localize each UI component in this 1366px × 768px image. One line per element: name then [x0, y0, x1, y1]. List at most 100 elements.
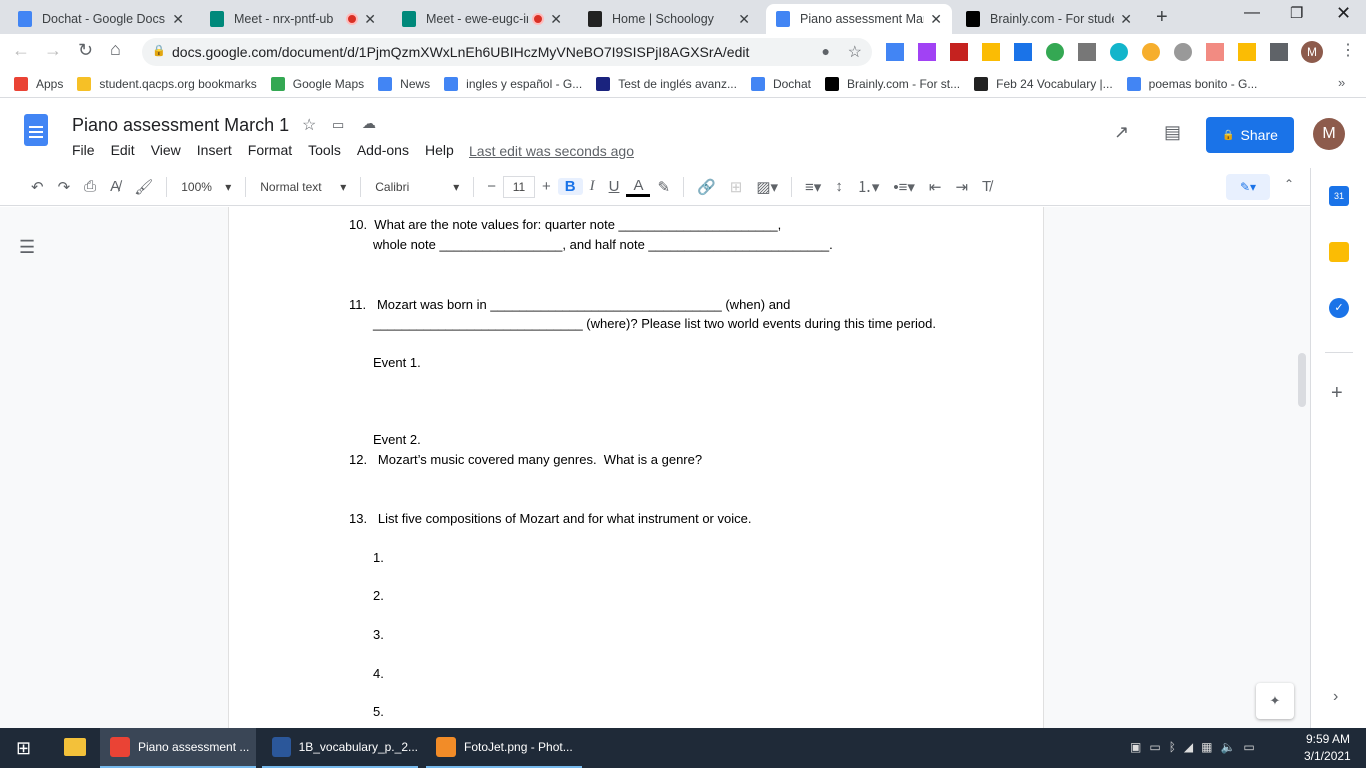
reload-icon[interactable]: ↻ — [78, 40, 93, 61]
highlight-icon[interactable]: ✎ — [650, 178, 677, 196]
tray-icon[interactable]: ▣ — [1130, 740, 1141, 754]
close-tab-icon[interactable]: ✕ — [364, 11, 376, 28]
location-icon[interactable]: ● — [822, 43, 830, 59]
menu-file[interactable]: File — [64, 142, 103, 158]
italic-button[interactable]: I — [583, 178, 602, 195]
close-window-button[interactable]: ✕ — [1336, 3, 1351, 24]
extension-icon[interactable] — [1174, 43, 1192, 61]
close-tab-icon[interactable]: ✕ — [930, 11, 942, 28]
text-color-button[interactable]: A — [626, 177, 651, 197]
more-bookmarks-icon[interactable]: » — [1338, 75, 1345, 90]
print-icon[interactable]: ⎙ — [77, 178, 103, 195]
extension-icon[interactable] — [950, 43, 968, 61]
bookmark-item[interactable]: Google Maps — [270, 76, 364, 91]
comments-icon[interactable]: ▤ — [1164, 122, 1181, 143]
bookmark-star-icon[interactable]: ☆ — [848, 42, 862, 62]
bookmark-item[interactable]: Apps — [14, 76, 63, 91]
back-icon[interactable]: ← — [12, 40, 30, 61]
menu-edit[interactable]: Edit — [103, 142, 143, 158]
puzzle-icon[interactable] — [1270, 43, 1288, 61]
clock-time[interactable]: 9:59 AM — [1306, 732, 1350, 746]
add-addon-icon[interactable]: + — [1331, 382, 1343, 405]
tray-icon[interactable]: ▭ — [1149, 740, 1160, 754]
keep-icon[interactable] — [1329, 242, 1349, 262]
bluetooth-icon[interactable]: ᛒ — [1169, 740, 1176, 754]
browser-tab[interactable]: Meet - nrx-pntf-ub ✕ — [200, 4, 386, 34]
browser-tab[interactable]: Home | Schoology ✕ — [578, 4, 760, 34]
extension-icon[interactable] — [1046, 43, 1064, 61]
zoom-select[interactable]: 100% ▾ — [173, 180, 239, 194]
bookmark-item[interactable]: Test de inglés avanz... — [596, 76, 737, 91]
file-explorer-icon[interactable] — [64, 738, 86, 756]
increase-font-size-button[interactable]: + — [535, 178, 558, 195]
bookmark-item[interactable]: Brainly.com - For st... — [825, 76, 960, 91]
bookmark-item[interactable]: ingles y español - G... — [444, 76, 582, 91]
menu-help[interactable]: Help — [417, 142, 462, 158]
undo-icon[interactable]: ↶ — [24, 178, 51, 196]
wifi-icon[interactable]: ◢ — [1184, 740, 1193, 754]
drive-icon[interactable] — [982, 43, 1000, 61]
clock-date[interactable]: 3/1/2021 — [1304, 749, 1351, 763]
browser-tab[interactable]: Brainly.com - For studer ✕ — [956, 4, 1142, 34]
chrome-menu-icon[interactable]: ⋮ — [1340, 40, 1356, 60]
share-button[interactable]: 🔒 Share — [1206, 117, 1294, 153]
calendar-icon[interactable]: 31 — [1329, 186, 1349, 206]
menu-insert[interactable]: Insert — [189, 142, 240, 158]
extension-icon[interactable] — [1206, 43, 1224, 61]
decrease-font-size-button[interactable]: − — [480, 178, 503, 195]
extension-icon[interactable] — [1110, 43, 1128, 61]
url-input[interactable]: 🔒 docs.google.com/document/d/1PjmQzmXWxL… — [142, 38, 872, 66]
bold-button[interactable]: B — [557, 178, 583, 195]
extension-icon[interactable] — [1142, 43, 1160, 61]
minimize-button[interactable]: — — [1244, 4, 1260, 22]
link-icon[interactable]: 🔗 — [690, 178, 723, 196]
underline-button[interactable]: U — [602, 178, 627, 195]
decrease-indent-icon[interactable]: ⇤ — [922, 178, 949, 196]
close-tab-icon[interactable]: ✕ — [1120, 11, 1132, 28]
line-spacing-icon[interactable]: ↕ — [828, 178, 850, 195]
outline-icon[interactable]: ☰ — [19, 237, 35, 258]
taskbar-app[interactable]: 1B_vocabulary_p._2... — [262, 728, 418, 768]
star-icon[interactable]: ☆ — [302, 115, 316, 135]
thumbs-up-icon[interactable] — [1238, 43, 1256, 61]
taskbar-app[interactable]: FotoJet.png - Phot... — [426, 728, 582, 768]
start-button[interactable]: ⊞ — [16, 738, 31, 759]
vertical-scrollbar[interactable] — [1298, 353, 1306, 407]
font-select[interactable]: Calibri ▾ — [367, 180, 467, 194]
insert-image-icon[interactable]: ▨▾ — [749, 178, 785, 196]
battery-icon[interactable]: ▭ — [1243, 740, 1254, 754]
bulleted-list-icon[interactable]: •≡▾ — [886, 178, 922, 196]
style-select[interactable]: Normal text ▾ — [252, 180, 354, 194]
activity-icon[interactable]: ↗ — [1114, 122, 1129, 143]
menu-add-ons[interactable]: Add-ons — [349, 142, 417, 158]
extension-icon[interactable] — [918, 43, 936, 61]
align-icon[interactable]: ≡▾ — [798, 178, 828, 196]
menu-format[interactable]: Format — [240, 142, 300, 158]
maximize-button[interactable]: ❐ — [1290, 4, 1303, 22]
expand-panel-icon[interactable]: › — [1333, 688, 1338, 706]
bookmark-item[interactable]: student.qacps.org bookmarks — [77, 76, 257, 91]
browser-tab[interactable]: Dochat - Google Docs ✕ — [8, 4, 194, 34]
extension-icon[interactable] — [886, 43, 904, 61]
document-page[interactable]: 10. What are the note values for: quarte… — [228, 207, 1044, 728]
profile-avatar[interactable]: M — [1301, 41, 1323, 63]
add-comment-icon[interactable]: ⊞ — [723, 178, 750, 196]
new-tab-button[interactable]: + — [1156, 6, 1168, 29]
menu-view[interactable]: View — [143, 142, 189, 158]
extension-icon[interactable] — [1078, 43, 1096, 61]
collapse-menus-icon[interactable]: ⌃ — [1284, 177, 1294, 191]
explore-button[interactable]: ✦ — [1256, 683, 1294, 719]
doc-title[interactable]: Piano assessment March 1 — [72, 115, 289, 136]
menu-tools[interactable]: Tools — [300, 142, 349, 158]
bookmark-item[interactable]: Feb 24 Vocabulary |... — [974, 76, 1113, 91]
spellcheck-icon[interactable]: A̸ — [103, 178, 127, 195]
clear-formatting-icon[interactable]: T̸ — [975, 178, 998, 195]
volume-icon[interactable]: 🔈 — [1220, 740, 1235, 754]
last-edit-link[interactable]: Last edit was seconds ago — [469, 143, 634, 159]
bookmark-item[interactable]: poemas bonito - G... — [1126, 76, 1257, 91]
close-tab-icon[interactable]: ✕ — [172, 11, 184, 28]
redo-icon[interactable]: ↷ — [51, 178, 78, 196]
move-folder-icon[interactable]: ▭ — [332, 117, 344, 133]
home-icon[interactable]: ⌂ — [110, 39, 121, 60]
numbered-list-icon[interactable]: ⒈▾ — [850, 176, 887, 197]
